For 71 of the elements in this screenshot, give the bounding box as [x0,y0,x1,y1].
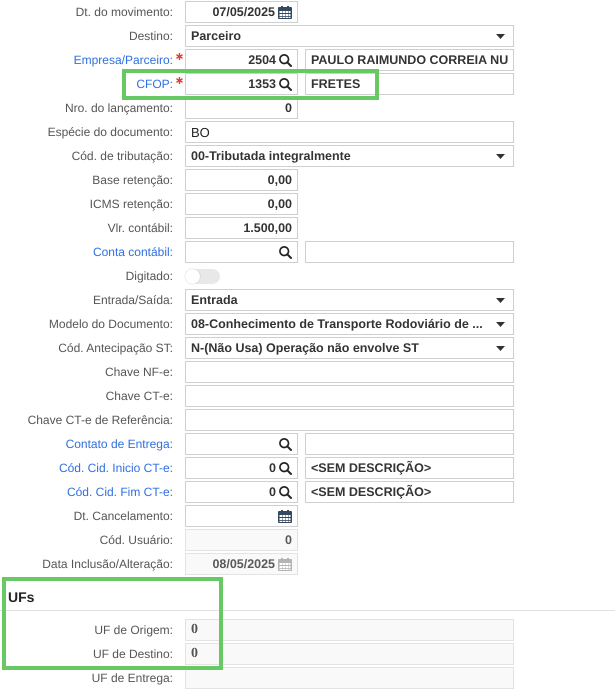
search-icon[interactable] [279,462,292,474]
code-field[interactable]: 0 [185,481,298,503]
select-field[interactable]: 08-Conhecimento de Transporte Rodoviário de ... [185,313,514,335]
code-field[interactable]: 1353 [185,73,298,95]
field-label: Vlr. contábil: [108,221,173,235]
search-icon[interactable] [279,54,292,66]
description-field: PAULO RAIMUNDO CORREIA NU [305,49,514,71]
caret-icon [496,154,505,158]
field-label: Nro. do lançamento: [64,101,173,115]
field-label: Dt. Cancelamento: [74,509,173,523]
calendar-icon[interactable] [278,510,292,522]
date-field[interactable] [185,505,298,527]
select-field[interactable]: 00-Tributada integralmente [185,145,514,167]
search-icon[interactable] [279,78,292,90]
field-label: Data Inclusão/Alteração: [42,557,173,571]
field-label: Chave NF-e: [104,365,173,379]
section-title: UFs [7,588,36,606]
code-field[interactable]: 0 [185,457,298,479]
toggle-switch[interactable] [185,268,220,284]
number-field: 0 [185,529,298,551]
field-label: Digitado: [126,269,173,283]
calendar-icon[interactable] [278,6,292,18]
field-link[interactable]: CFOP: [136,77,173,91]
calendar-icon [278,558,292,570]
search-icon[interactable] [279,246,292,258]
field-label: Chave CT-e de Referência: [28,413,173,427]
description-field: FRETES [305,73,514,95]
search-icon[interactable] [279,486,292,498]
text-field[interactable] [185,409,514,431]
field-link[interactable]: Cód. Cid. Fim CT-e: [66,485,173,499]
field-link[interactable]: Conta contábil: [92,245,173,259]
search-icon[interactable] [279,438,292,450]
field-link[interactable]: Empresa/Parceiro: [74,53,173,67]
field-label: ICMS retenção: [90,197,173,211]
caret-icon [496,34,505,38]
description-field: <SEM DESCRIÇÃO> [305,481,514,503]
code-field[interactable] [185,433,298,455]
field-label: Chave CT-e: [106,389,173,403]
select-field[interactable]: Entrada [185,289,514,311]
number-field[interactable]: 1.500,00 [185,217,298,239]
field-label: Cód. Usuário: [100,533,173,547]
select-field[interactable]: N-(Não Usa) Operação não envolve ST [185,337,514,359]
field-label: UF de Entrega: [92,671,173,685]
caret-icon [496,346,505,350]
date-field[interactable]: 07/05/2025 [185,1,298,23]
number-field[interactable]: 0,00 [185,169,298,191]
text-field[interactable] [185,385,514,407]
text-field[interactable]: BO [185,121,514,143]
field-label: Cód. de tributação: [72,149,173,163]
text-field: 0 [185,643,514,665]
field-label: UF de Destino: [92,647,173,661]
code-field[interactable] [185,241,298,263]
field-label: UF de Origem: [94,623,173,637]
field-label: Espécie do documento: [48,125,173,139]
field-label: Modelo do Documento: [48,317,173,331]
date-field: 08/05/2025 [185,553,298,575]
caret-icon [496,322,505,326]
field-label: Entrada/Saída: [92,293,173,307]
field-label: Cód. Antecipação ST: [58,341,173,355]
caret-icon [496,298,505,302]
text-field[interactable] [185,361,514,383]
field-label: Base retenção: [92,173,173,187]
text-field: 0 [185,619,514,641]
field-link[interactable]: Contato de Entrega: [66,437,173,451]
field-link[interactable]: Cód. Cid. Inicio CT-e: [58,461,173,475]
field-label: Destino: [128,29,173,43]
description-field: <SEM DESCRIÇÃO> [305,457,514,479]
field-label: Dt. do movimento: [76,5,173,19]
number-field[interactable]: 0,00 [185,193,298,215]
select-field[interactable]: Parceiro [185,25,514,47]
code-field[interactable]: 2504 [185,49,298,71]
